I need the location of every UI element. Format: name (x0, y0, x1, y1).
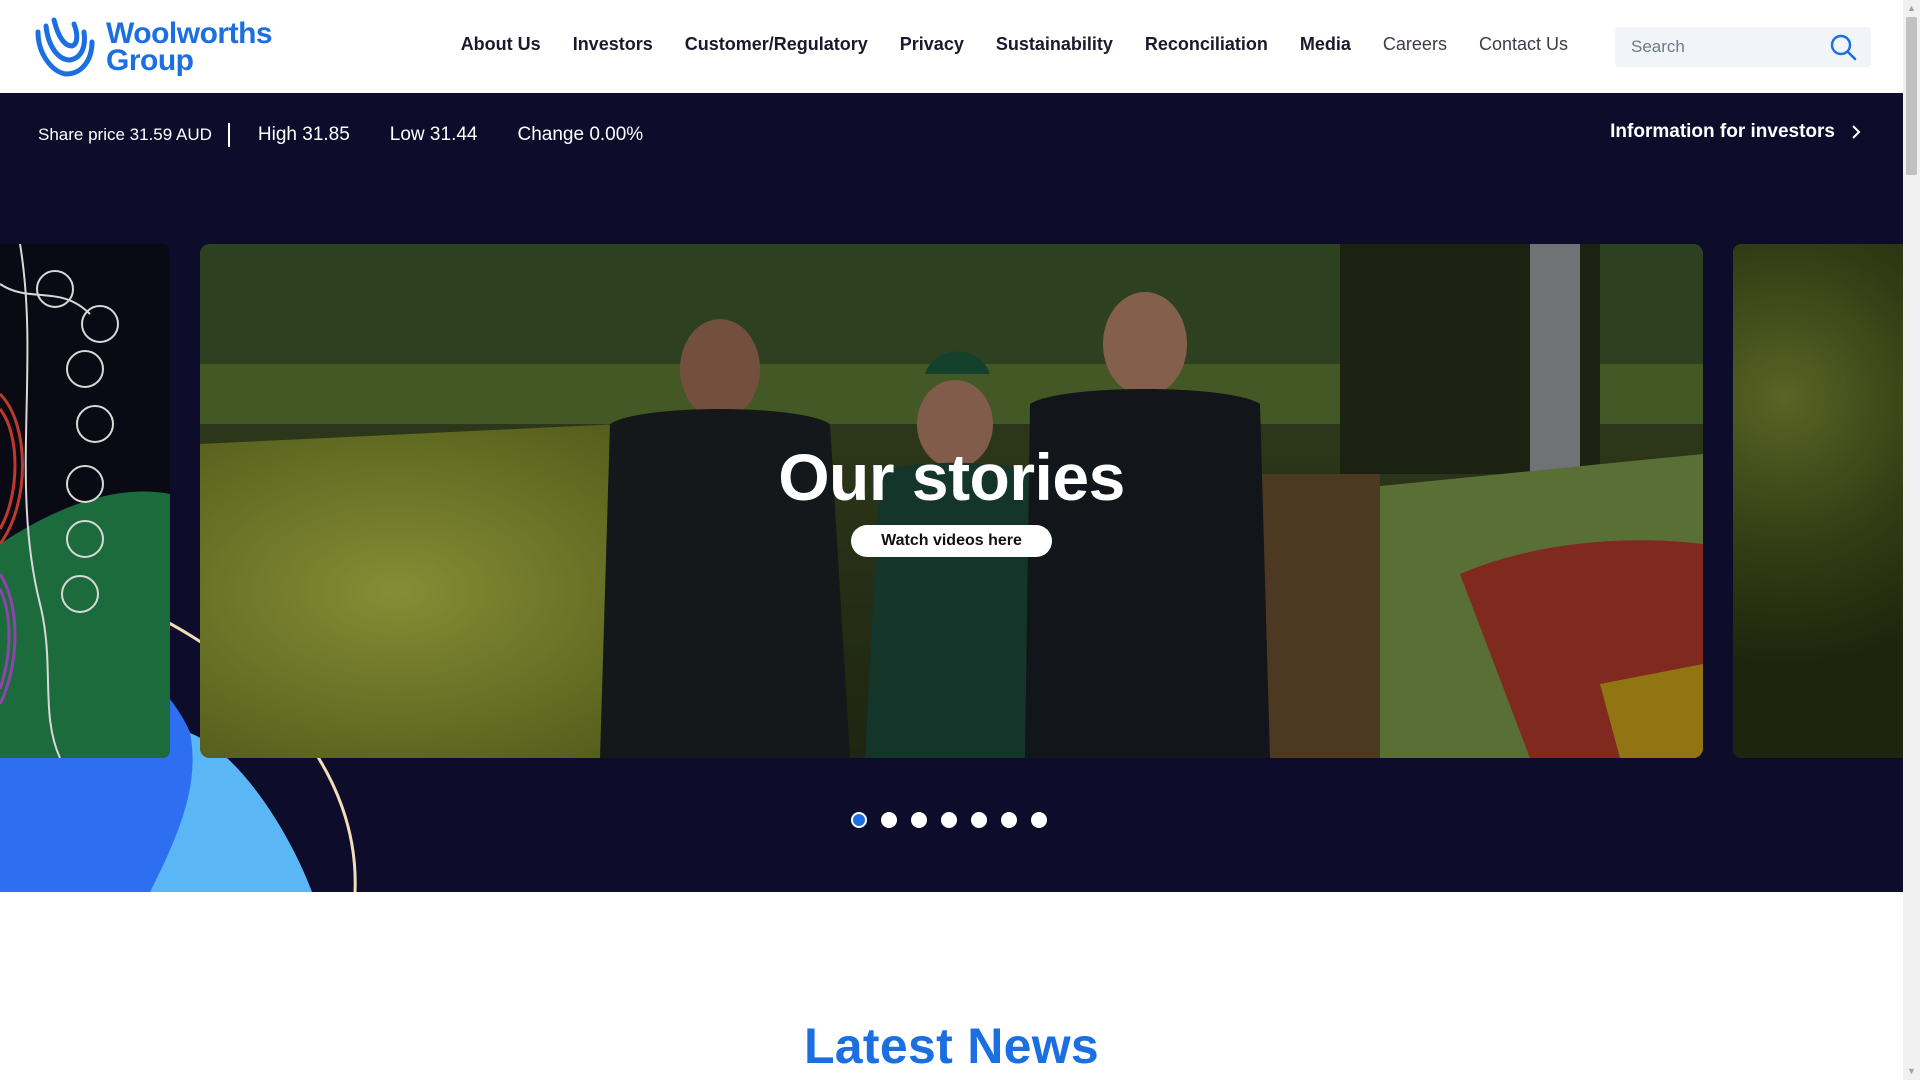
nav-careers[interactable]: Careers (1383, 34, 1447, 55)
page: Woolworths Group About Us Investors Cust… (0, 0, 1903, 1080)
share-high: High 31.85 (257, 124, 350, 145)
carousel-dot-2[interactable] (881, 812, 897, 828)
watch-videos-button[interactable]: Watch videos here (851, 525, 1052, 557)
carousel-dot-7[interactable] (1031, 812, 1047, 828)
page-scrollbar[interactable]: ▲ ▼ (1903, 0, 1920, 1080)
scroll-down-arrow-icon[interactable]: ▼ (1903, 1063, 1920, 1080)
nav-media[interactable]: Media (1300, 34, 1351, 55)
share-low: Low 31.44 (389, 124, 478, 145)
slide-title: Our stories (778, 440, 1125, 514)
logo-line-1: Woolworths (106, 17, 273, 50)
nav-about-us[interactable]: About Us (461, 34, 541, 55)
search-input[interactable] (1615, 27, 1831, 67)
search-icon[interactable] (1829, 33, 1857, 61)
logo-line-2: Group (106, 44, 194, 77)
carousel-slide-our-stories[interactable]: Our stories Watch videos here (200, 244, 1703, 758)
carousel-dot-5[interactable] (971, 812, 987, 828)
carousel-pagination (851, 812, 1047, 828)
carousel-slide-next[interactable] (1733, 244, 1903, 758)
share-change: Change 0.00% (517, 124, 644, 145)
woolworths-logo-icon (35, 17, 95, 77)
site-header: Woolworths Group About Us Investors Cust… (0, 0, 1903, 93)
woolworths-group-logo[interactable]: Woolworths Group (32, 14, 273, 80)
nav-customer-regulatory[interactable]: Customer/Regulatory (685, 34, 868, 55)
nav-sustainability[interactable]: Sustainability (996, 34, 1113, 55)
nav-reconciliation[interactable]: Reconciliation (1145, 34, 1268, 55)
latest-news-heading: Latest News (803, 1017, 1100, 1074)
nav-investors[interactable]: Investors (573, 34, 653, 55)
logo-wordmark: Woolworths Group (106, 17, 273, 77)
share-price-ticker: Share price 31.59 AUD High 31.85 Low 31.… (38, 123, 643, 147)
indigenous-artwork-image (0, 244, 170, 758)
information-for-investors-link[interactable]: Information for investors (1610, 121, 1863, 143)
share-price: Share price 31.59 AUD (38, 123, 230, 147)
carousel-dot-1[interactable] (851, 812, 867, 828)
investor-link-label: Information for investors (1610, 121, 1835, 142)
carousel-dot-4[interactable] (941, 812, 957, 828)
chevron-right-icon (1852, 125, 1861, 139)
carousel-slide-previous[interactable] (0, 244, 170, 758)
nav-contact-us[interactable]: Contact Us (1479, 34, 1568, 55)
scrollbar-thumb[interactable] (1906, 17, 1917, 175)
carousel-dot-3[interactable] (911, 812, 927, 828)
main-nav: About Us Investors Customer/Regulatory P… (461, 34, 1568, 55)
carousel-dot-6[interactable] (1001, 812, 1017, 828)
nav-privacy[interactable]: Privacy (900, 34, 964, 55)
search-box (1615, 27, 1871, 67)
hero-band: Share price 31.59 AUD High 31.85 Low 31.… (0, 93, 1903, 892)
scroll-up-arrow-icon[interactable]: ▲ (1903, 0, 1920, 17)
